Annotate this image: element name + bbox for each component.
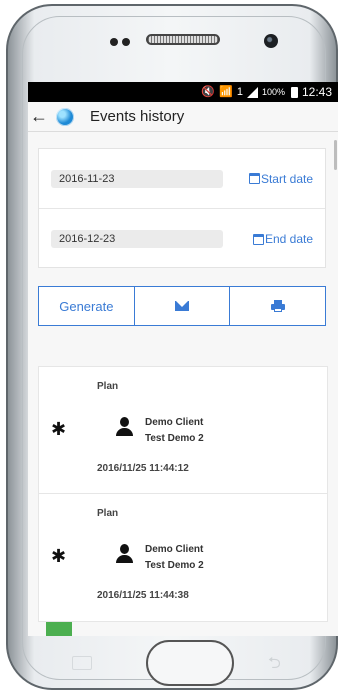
bluetooth-icon: ✱ bbox=[51, 546, 67, 566]
end-date-field[interactable]: 2016-12-23 bbox=[51, 230, 223, 248]
signal-icon bbox=[246, 86, 258, 98]
event-client: Demo Client Test Demo 2 bbox=[145, 415, 204, 447]
home-button[interactable] bbox=[146, 640, 234, 686]
wifi-icon: 📶 bbox=[219, 85, 233, 98]
end-date-label: End date bbox=[264, 232, 313, 246]
events-list: Plan ✱ Demo Client Test Demo 2 2016/11/2… bbox=[38, 366, 328, 622]
print-button[interactable] bbox=[229, 287, 325, 325]
person-icon bbox=[115, 417, 133, 437]
sim-icon: 1 bbox=[236, 85, 243, 98]
status-bar: 🔇 📶 1 100% 12:43 bbox=[28, 82, 338, 102]
sensor-dots bbox=[110, 38, 132, 46]
scrollbar[interactable] bbox=[334, 140, 337, 170]
event-timestamp: 2016/11/25 11:44:12 bbox=[97, 463, 189, 474]
person-icon bbox=[115, 544, 133, 564]
app-screen: 🔇 📶 1 100% 12:43 ← Events history 2016-1… bbox=[28, 82, 338, 636]
list-item[interactable]: Plan ✱ Demo Client Test Demo 2 2016/11/2… bbox=[38, 494, 328, 622]
start-date-field[interactable]: 2016-11-23 bbox=[51, 169, 223, 188]
globe-icon bbox=[56, 107, 74, 126]
printer-icon bbox=[270, 300, 285, 312]
back-button[interactable]: ← bbox=[28, 102, 50, 132]
end-date-button[interactable]: End date bbox=[252, 232, 313, 246]
battery-icon bbox=[290, 86, 298, 98]
status-indicator bbox=[46, 622, 72, 636]
status-time: 12:43 bbox=[301, 85, 332, 99]
client-subname: Test Demo 2 bbox=[145, 433, 204, 444]
back-key-icon[interactable]: ⮌ bbox=[268, 652, 281, 679]
mail-icon bbox=[175, 301, 189, 311]
event-timestamp: 2016/11/25 11:44:38 bbox=[97, 590, 189, 601]
start-date-label: Start date bbox=[260, 171, 313, 186]
calendar-icon bbox=[252, 233, 264, 245]
start-date-row: 2016-11-23 Start date bbox=[39, 149, 325, 209]
date-range-card: 2016-11-23 Start date 2016-12-23 End dat… bbox=[38, 148, 326, 268]
battery-percent: 100% bbox=[261, 87, 285, 97]
event-type: Plan bbox=[97, 381, 119, 392]
client-name: Demo Client bbox=[145, 417, 204, 428]
page-title: Events history bbox=[90, 108, 185, 125]
end-date-row: 2016-12-23 End date bbox=[39, 209, 325, 269]
mute-icon: 🔇 bbox=[201, 85, 216, 98]
event-type: Plan bbox=[97, 508, 119, 519]
front-camera bbox=[264, 34, 278, 48]
earpiece-speaker bbox=[146, 34, 220, 45]
calendar-icon bbox=[248, 173, 260, 184]
client-name: Demo Client bbox=[145, 544, 204, 555]
event-client: Demo Client Test Demo 2 bbox=[145, 542, 204, 574]
bluetooth-icon: ✱ bbox=[51, 419, 67, 439]
client-subname: Test Demo 2 bbox=[145, 560, 204, 571]
generate-button[interactable]: Generate bbox=[39, 287, 134, 325]
action-bar: Generate bbox=[38, 286, 326, 326]
list-item[interactable]: Plan ✱ Demo Client Test Demo 2 2016/11/2… bbox=[38, 366, 328, 494]
email-button[interactable] bbox=[133, 287, 230, 325]
start-date-button[interactable]: Start date bbox=[248, 171, 313, 186]
recent-apps-button[interactable] bbox=[72, 656, 92, 670]
content-area[interactable]: 2016-11-23 Start date 2016-12-23 End dat… bbox=[28, 132, 338, 636]
app-bar: ← Events history bbox=[28, 102, 338, 132]
